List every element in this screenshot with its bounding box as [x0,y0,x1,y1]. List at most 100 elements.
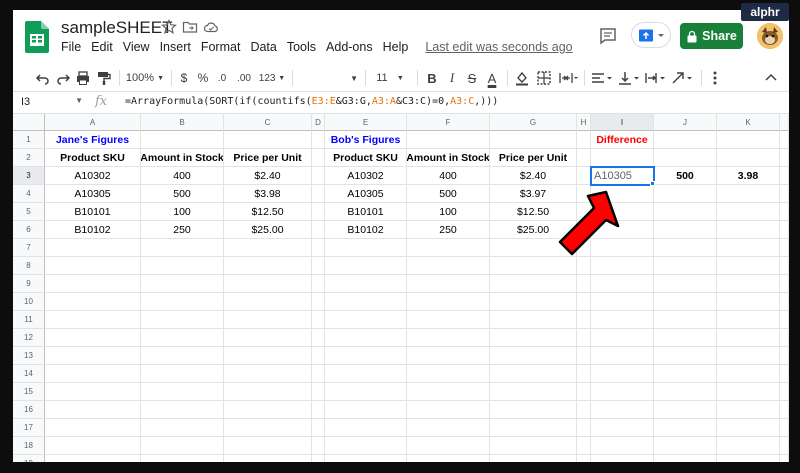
cell[interactable]: A10305 [45,185,141,203]
cell[interactable] [224,293,312,311]
cell[interactable] [577,437,591,455]
cell[interactable] [591,437,654,455]
cell[interactable] [45,401,141,419]
cell[interactable] [325,365,407,383]
cell[interactable]: B10101 [45,203,141,221]
column-header-e[interactable]: E [325,114,407,131]
cell[interactable] [654,149,717,167]
cell[interactable] [717,401,780,419]
cell[interactable] [577,347,591,365]
cell[interactable] [717,455,780,462]
column-header-f[interactable]: F [407,114,490,131]
cell[interactable] [591,455,654,462]
cell[interactable] [654,293,717,311]
cell[interactable] [141,455,224,462]
cell[interactable] [325,329,407,347]
cell[interactable] [654,437,717,455]
present-button[interactable] [631,22,671,48]
cell[interactable] [325,455,407,462]
text-wrapping-icon[interactable] [644,69,668,87]
cell[interactable] [717,383,780,401]
cell[interactable] [591,293,654,311]
cell[interactable] [407,437,490,455]
cell[interactable] [591,419,654,437]
cell[interactable] [224,131,312,149]
cell[interactable] [45,293,141,311]
row-header-2[interactable]: 2 [13,149,45,167]
zoom-select[interactable]: 100% ▼ [125,69,165,87]
cell[interactable] [717,275,780,293]
cell[interactable] [577,455,591,462]
cell[interactable] [717,437,780,455]
cell[interactable] [490,131,577,149]
cell[interactable] [141,257,224,275]
cell[interactable]: B10101 [325,203,407,221]
cell[interactable]: 250 [407,221,490,239]
row-header-15[interactable]: 15 [13,383,45,401]
cell[interactable] [141,365,224,383]
cell[interactable] [141,401,224,419]
bold-button[interactable]: B [425,69,439,87]
cell[interactable] [780,221,789,239]
cell[interactable] [407,239,490,257]
cell[interactable] [577,131,591,149]
cell[interactable] [591,401,654,419]
cell[interactable] [141,419,224,437]
cell[interactable] [224,311,312,329]
cell[interactable]: Bob's Figures [325,131,407,149]
column-header-g[interactable]: G [490,114,577,131]
column-header-a[interactable]: A [45,114,141,131]
cell[interactable] [654,365,717,383]
decrease-decimal-button[interactable]: .0 [214,69,230,87]
paint-format-icon[interactable] [96,69,112,87]
more-options-icon[interactable] [707,69,723,87]
cell[interactable]: Amount in Stock [407,149,490,167]
cell[interactable] [717,239,780,257]
cell[interactable] [325,437,407,455]
cell[interactable] [141,383,224,401]
cell[interactable] [780,365,789,383]
cell[interactable] [717,203,780,221]
strikethrough-button[interactable]: S [465,69,479,87]
cell[interactable] [717,329,780,347]
cell[interactable] [45,365,141,383]
document-title[interactable]: sampleSHEET [61,18,172,38]
cell[interactable] [312,257,325,275]
cell[interactable] [717,185,780,203]
cell[interactable] [224,401,312,419]
cell[interactable] [780,437,789,455]
cell[interactable] [312,131,325,149]
cell[interactable]: Price per Unit [224,149,312,167]
cell[interactable] [490,365,577,383]
menu-item-edit[interactable]: Edit [86,40,118,54]
cell[interactable] [45,437,141,455]
cell[interactable] [312,311,325,329]
cell[interactable] [654,383,717,401]
cell[interactable] [654,455,717,462]
undo-icon[interactable] [35,69,51,87]
cell[interactable] [591,149,654,167]
cell[interactable] [141,329,224,347]
row-header-7[interactable]: 7 [13,239,45,257]
cell[interactable] [717,293,780,311]
cell[interactable]: $25.00 [224,221,312,239]
star-icon[interactable] [161,19,177,35]
column-header-b[interactable]: B [141,114,224,131]
cell[interactable] [325,239,407,257]
cell[interactable] [490,455,577,462]
cell[interactable] [577,419,591,437]
cell[interactable] [45,383,141,401]
cell[interactable] [312,185,325,203]
cell[interactable]: A10302 [325,167,407,185]
cell[interactable] [654,221,717,239]
cell[interactable] [780,149,789,167]
row-header-10[interactable]: 10 [13,293,45,311]
cell[interactable] [45,257,141,275]
cell[interactable] [224,329,312,347]
cell[interactable] [654,203,717,221]
merge-cells-icon[interactable] [558,69,578,87]
cell[interactable] [141,293,224,311]
column-header-c[interactable]: C [224,114,312,131]
row-header-14[interactable]: 14 [13,365,45,383]
menu-item-data[interactable]: Data [245,40,281,54]
